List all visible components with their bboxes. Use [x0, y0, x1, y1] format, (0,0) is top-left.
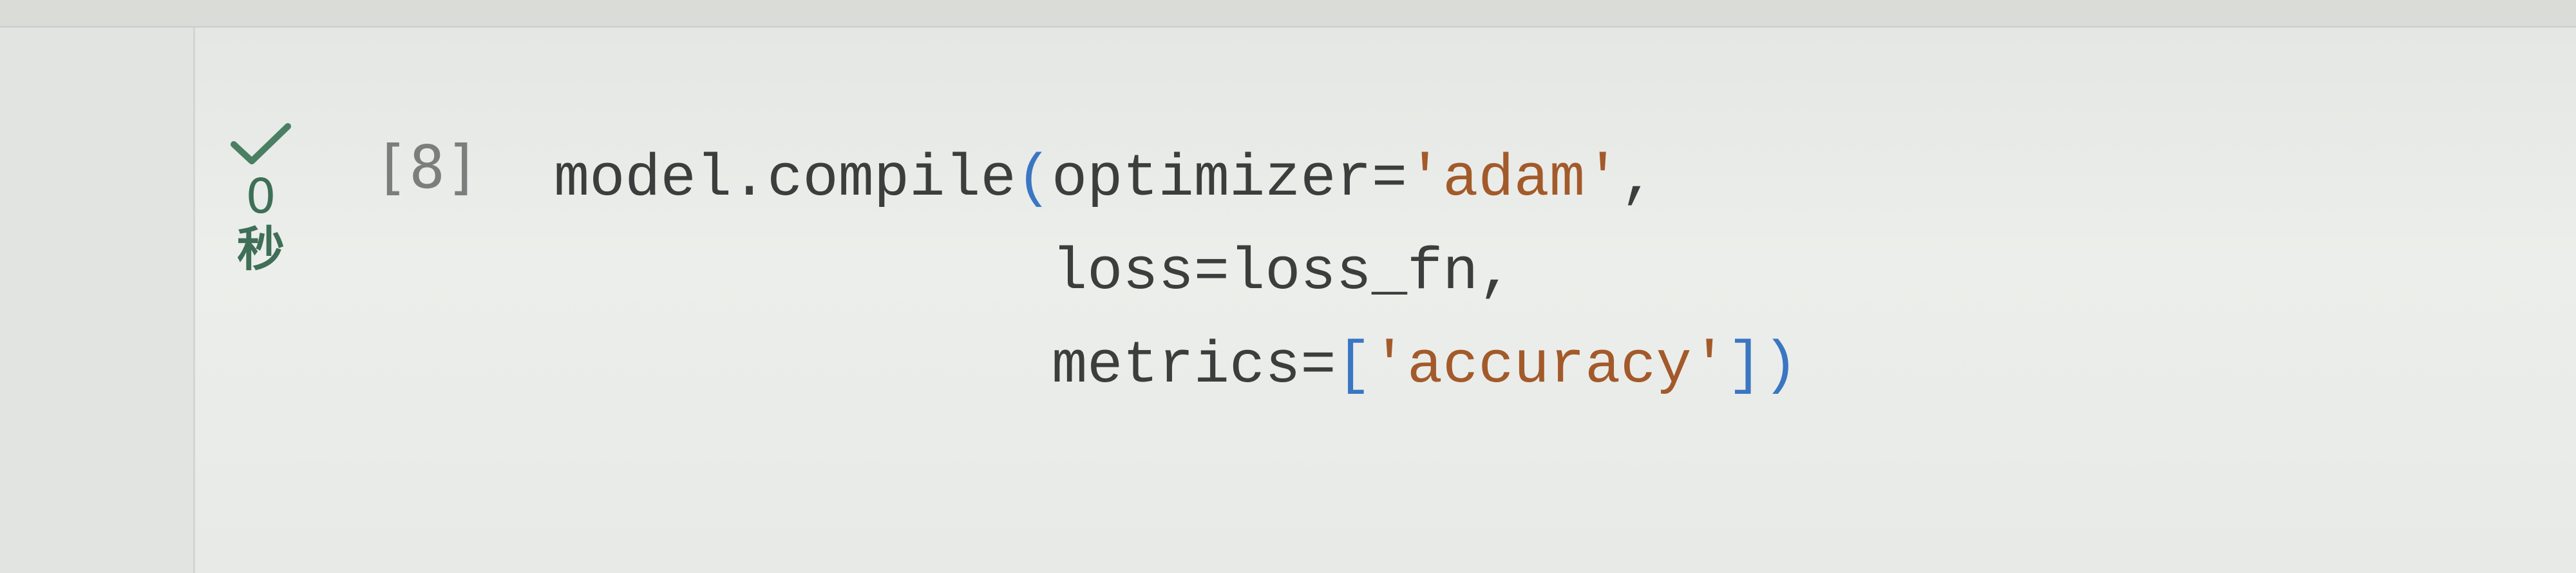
- notebook-background: 0 秒 [8] model.compile(optimizer='adam', …: [0, 0, 2576, 573]
- run-duration-value: 0: [245, 169, 276, 224]
- bracket-token: (: [1016, 145, 1052, 213]
- cell-top-border: [0, 0, 2576, 28]
- bracket-token: ): [1763, 332, 1799, 400]
- code-token: model.compile: [554, 145, 1016, 213]
- code-line: metrics=['accuracy']): [554, 319, 1798, 413]
- code-token: metrics=: [1051, 332, 1336, 400]
- code-line: model.compile(optimizer='adam',: [554, 132, 1798, 226]
- bracket-token: [: [1336, 332, 1372, 400]
- code-token: optimizer=: [1051, 145, 1408, 213]
- bracket-token: ]: [1727, 332, 1763, 400]
- cell-gutter: [0, 28, 195, 573]
- execution-count: [8]: [374, 133, 481, 202]
- string-literal: 'accuracy': [1371, 332, 1727, 400]
- check-icon: [231, 123, 291, 164]
- cell-run-status[interactable]: 0 秒: [213, 122, 309, 277]
- code-token: loss=loss_fn,: [1051, 238, 1514, 306]
- run-duration-unit: 秒: [237, 222, 285, 277]
- code-line: loss=loss_fn,: [554, 226, 1798, 319]
- code-editor[interactable]: model.compile(optimizer='adam', loss=los…: [554, 132, 1798, 413]
- string-literal: 'adam': [1407, 145, 1621, 213]
- code-token: ,: [1620, 145, 1656, 213]
